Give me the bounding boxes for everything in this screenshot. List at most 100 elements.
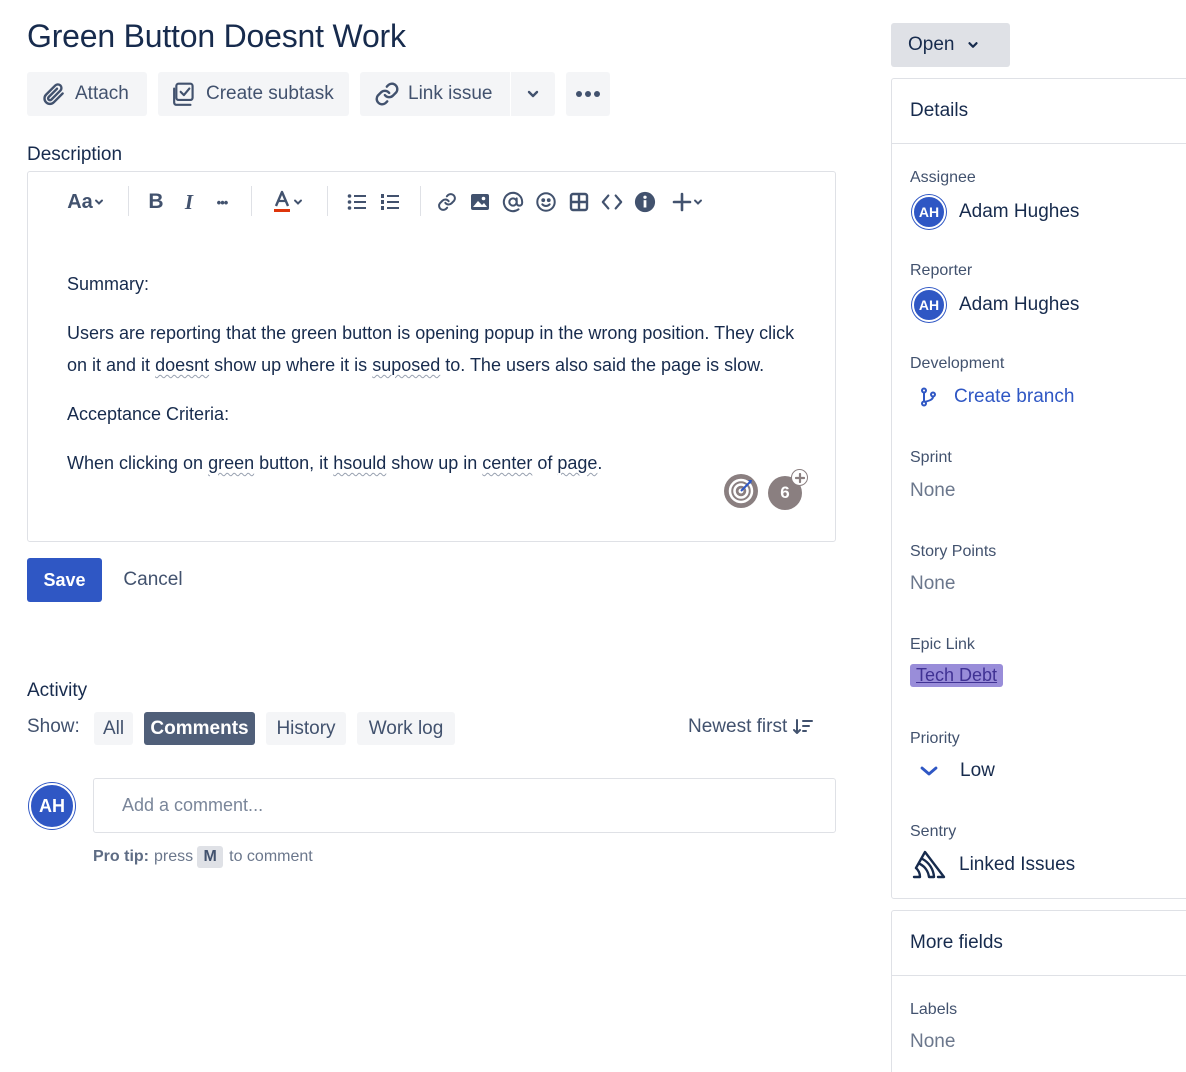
paperclip-icon	[41, 81, 67, 107]
emoji-button[interactable]	[534, 189, 558, 215]
editor-content[interactable]: Summary: Users are reporting that the gr…	[67, 268, 807, 496]
description-label: Description	[27, 144, 123, 165]
misspelled-word: doesnt	[155, 355, 210, 375]
create-subtask-button[interactable]: Create subtask	[158, 72, 349, 116]
mention-icon	[502, 191, 524, 213]
epic-link-label: Epic Link	[910, 636, 975, 653]
pro-tip: Pro tip: press M to comment	[93, 846, 313, 868]
epic-link-field[interactable]: Tech Debt	[910, 664, 1004, 687]
chevron-down-icon	[294, 199, 302, 205]
info-icon	[634, 191, 656, 213]
chevron-down-icon	[525, 86, 541, 102]
code-button[interactable]	[600, 189, 624, 215]
target-extension-button[interactable]	[724, 474, 758, 508]
save-button[interactable]: Save	[27, 558, 102, 602]
status-label: Open	[908, 34, 955, 55]
activity-label: Activity	[27, 680, 88, 701]
mention-button[interactable]	[501, 189, 525, 215]
branch-icon	[920, 387, 938, 407]
insert-more-button[interactable]	[666, 189, 710, 215]
link-issue-button[interactable]: Link issue	[360, 72, 510, 116]
story-points-label: Story Points	[910, 543, 997, 560]
more-actions-button[interactable]	[566, 72, 610, 116]
details-panel: Details Assignee AH Adam Hughes Reporter…	[891, 78, 1186, 899]
text-color-button[interactable]	[266, 189, 310, 215]
misspelled-word: page	[557, 453, 598, 473]
summary-heading: Summary:	[67, 274, 150, 294]
sort-label: Newest first	[688, 716, 788, 737]
filter-comments[interactable]: Comments	[144, 712, 255, 745]
details-header[interactable]: Details	[892, 79, 1186, 144]
plus-icon	[794, 472, 805, 483]
create-subtask-label: Create subtask	[206, 83, 334, 104]
description-editor[interactable]: Aa B I ••• Summary: Users are reporting …	[27, 171, 836, 542]
misspelled-word: green	[208, 453, 255, 473]
sentry-value: Linked Issues	[959, 854, 1076, 875]
filter-work-log[interactable]: Work log	[357, 712, 455, 745]
acceptance-heading: Acceptance Criteria:	[67, 404, 230, 424]
link-icon	[374, 81, 400, 107]
target-icon	[728, 478, 754, 504]
sentry-field[interactable]: Linked Issues	[912, 849, 1075, 881]
text-color-icon	[274, 190, 290, 212]
chevron-down-icon	[694, 199, 702, 205]
priority-value: Low	[960, 760, 995, 781]
filter-all[interactable]: All	[94, 712, 133, 745]
labels-value[interactable]: None	[910, 1031, 955, 1053]
link-icon	[438, 193, 456, 211]
filter-history[interactable]: History	[266, 712, 346, 745]
status-dropdown-button[interactable]: Open	[891, 23, 1010, 67]
sprint-label: Sprint	[910, 449, 952, 466]
epic-lozenge[interactable]: Tech Debt	[910, 664, 1004, 687]
link-issue-dropdown-button[interactable]	[511, 72, 555, 116]
text-style-button[interactable]: Aa	[64, 189, 108, 215]
info-panel-button[interactable]	[633, 189, 657, 215]
image-icon	[471, 194, 489, 210]
summary-body: Users are reporting that the green butto…	[67, 323, 795, 375]
labels-label: Labels	[910, 1001, 958, 1018]
bold-button[interactable]: B	[144, 189, 168, 215]
reporter-name: Adam Hughes	[959, 294, 1080, 315]
insert-image-button[interactable]	[468, 189, 492, 215]
more-fields-header[interactable]: More fields	[892, 911, 1186, 976]
editor-toolbar: Aa B I •••	[28, 172, 835, 230]
keyboard-shortcut-key: M	[197, 846, 224, 868]
create-branch-link[interactable]: Create branch	[920, 386, 1074, 408]
assignee-name: Adam Hughes	[959, 201, 1080, 222]
attach-label: Attach	[75, 83, 129, 104]
more-icon	[575, 90, 601, 98]
numbered-list-button[interactable]	[378, 189, 402, 215]
bullet-list-icon	[347, 194, 366, 210]
assignee-label: Assignee	[910, 169, 976, 186]
link-issue-label: Link issue	[408, 83, 493, 104]
bullet-list-button[interactable]	[345, 189, 369, 215]
reporter-label: Reporter	[910, 262, 973, 279]
avatar: AH	[912, 288, 946, 322]
toolbar-divider	[420, 186, 421, 216]
issue-title[interactable]: Green Button Doesnt Work	[27, 18, 406, 55]
acceptance-body: When clicking on green button, it hsould…	[67, 453, 603, 473]
misspelled-word: suposed	[372, 355, 441, 375]
assignee-field[interactable]: AH Adam Hughes	[912, 195, 1079, 229]
attach-button[interactable]: Attach	[27, 72, 147, 116]
comment-input[interactable]: Add a comment...	[93, 778, 836, 833]
plus-icon	[672, 192, 692, 212]
insert-link-button[interactable]	[435, 189, 459, 215]
misspelled-word: hsould	[333, 453, 387, 473]
development-label: Development	[910, 355, 1005, 372]
priority-field[interactable]: Low	[920, 760, 995, 782]
sprint-value[interactable]: None	[910, 480, 955, 502]
emoji-icon	[536, 192, 556, 212]
story-points-value[interactable]: None	[910, 573, 955, 595]
italic-button[interactable]: I	[177, 189, 201, 215]
show-label: Show:	[27, 716, 80, 737]
more-formatting-button[interactable]: •••	[210, 189, 234, 215]
sort-order-button[interactable]: Newest first	[688, 716, 814, 738]
toolbar-divider	[251, 186, 252, 216]
add-collaborator-button[interactable]	[791, 469, 808, 486]
chevron-down-icon	[94, 199, 103, 205]
insert-table-button[interactable]	[567, 189, 591, 215]
reporter-field[interactable]: AH Adam Hughes	[912, 288, 1079, 322]
cancel-button[interactable]: Cancel	[108, 558, 198, 602]
avatar: AH	[912, 195, 946, 229]
